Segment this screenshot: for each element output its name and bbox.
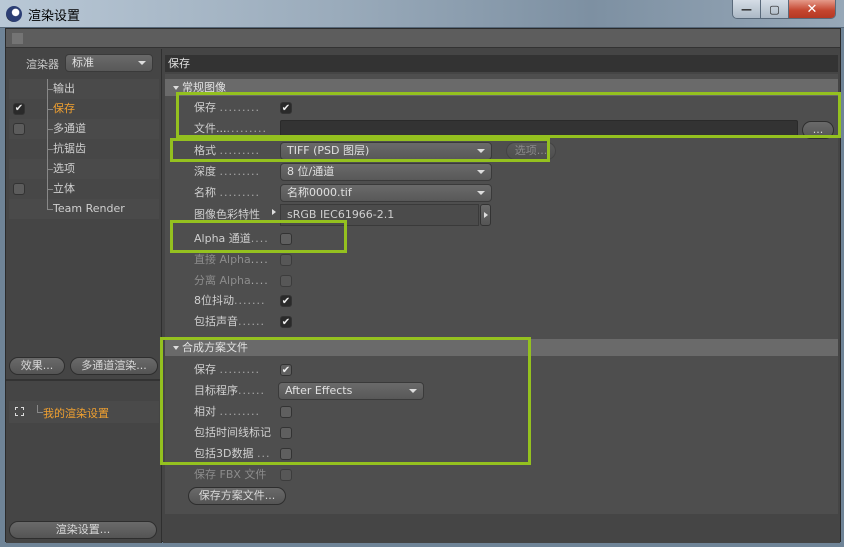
triangle-down-icon: [173, 86, 179, 90]
browse-button[interactable]: ...: [802, 121, 834, 139]
relative-label: 相对 .........: [194, 405, 260, 418]
tree-item-label: 输出: [53, 82, 75, 95]
tree-item-label: 保存: [53, 102, 75, 115]
depth-value: 8 位/通道: [287, 165, 335, 178]
alpha-channel-label: Alpha 通道....: [194, 232, 269, 245]
close-button[interactable]: ✕: [789, 0, 835, 18]
title-bar: 渲染设置 — ▢ ✕: [0, 0, 844, 28]
tree-item-multipass[interactable]: 多通道: [9, 119, 159, 139]
separate-alpha-checkbox[interactable]: [280, 275, 292, 287]
tree-item-label: 多通道: [53, 122, 86, 135]
dither-checkbox[interactable]: ✔: [280, 295, 292, 307]
save-fbx-label: 保存 FBX 文件: [194, 468, 267, 481]
enable-checkbox[interactable]: [13, 123, 25, 135]
group-title: 合成方案文件: [182, 341, 248, 354]
group-regular-image[interactable]: 常规图像: [165, 79, 838, 96]
target-app-value: After Effects: [285, 384, 353, 397]
settings-tree: 输出 ✔ 保存 多通道 抗锯齿 选项 立体 Team Render: [9, 79, 159, 219]
format-options-button[interactable]: 选项...: [506, 142, 556, 160]
color-profile-menu-button[interactable]: [480, 204, 491, 226]
save-image-checkbox[interactable]: ✔: [280, 102, 292, 114]
include-3d-data-checkbox[interactable]: [280, 448, 292, 460]
window-controls: — ▢ ✕: [732, 0, 836, 19]
right-panel: 保存 常规图像 保存 ......... ✔ 文件............ ..…: [163, 49, 840, 543]
target-app-label: 目标程序......: [194, 384, 265, 397]
format-value: TIFF (PSD 图层): [287, 144, 370, 157]
renderer-label: 渲染器: [26, 58, 59, 71]
tree-item-label: 立体: [53, 182, 75, 195]
chevron-down-icon: [138, 61, 146, 65]
triangle-down-icon: [173, 346, 179, 350]
maximize-icon: ▢: [769, 3, 780, 16]
include-sound-checkbox[interactable]: ✔: [280, 316, 292, 328]
tree-item-output[interactable]: 输出: [9, 79, 159, 99]
panel-header: 保存: [165, 55, 838, 72]
tree-item-label: Team Render: [53, 202, 125, 215]
format-dropdown[interactable]: TIFF (PSD 图层): [280, 142, 492, 160]
enable-checkbox[interactable]: ✔: [13, 103, 25, 115]
comp-save-label: 保存 .........: [194, 363, 260, 376]
alpha-channel-checkbox[interactable]: [280, 233, 292, 245]
save-fbx-checkbox[interactable]: [280, 469, 292, 481]
separate-alpha-label: 分离 Alpha....: [194, 274, 269, 287]
target-app-dropdown[interactable]: After Effects: [278, 382, 424, 400]
chevron-down-icon: [477, 191, 485, 195]
minimize-button[interactable]: —: [733, 0, 761, 18]
render-settings-window: 渲染器 标准 输出 ✔ 保存 多通道 抗锯齿 选项 立体 Team Render…: [5, 28, 841, 543]
tree-item-antialiasing[interactable]: 抗锯齿: [9, 139, 159, 159]
renderer-dropdown[interactable]: 标准: [65, 54, 153, 72]
renderer-value: 标准: [72, 56, 94, 69]
name-dropdown[interactable]: 名称0000.tif: [280, 184, 492, 202]
tree-item-label: 选项: [53, 162, 75, 175]
render-settings-button[interactable]: 渲染设置...: [9, 521, 157, 539]
color-profile-label: 图像色彩特性: [194, 208, 260, 221]
file-path-input[interactable]: [280, 120, 798, 138]
straight-alpha-checkbox[interactable]: [280, 254, 292, 266]
color-profile-field[interactable]: sRGB IEC61966-2.1: [280, 204, 479, 226]
timeline-markers-label: 包括时间线标记: [194, 426, 271, 439]
tree-item-label: 抗锯齿: [53, 142, 86, 155]
chevron-down-icon: [409, 389, 417, 393]
straight-alpha-label: 直接 Alpha....: [194, 253, 269, 266]
save-settings-content: 常规图像 保存 ......... ✔ 文件............ ... 格…: [165, 74, 838, 514]
panel-grip-icon[interactable]: [12, 33, 23, 44]
minimize-icon: —: [741, 3, 752, 16]
enable-checkbox[interactable]: [13, 183, 25, 195]
depth-label: 深度 .........: [194, 165, 260, 178]
save-image-label: 保存 .........: [194, 101, 260, 114]
group-compositing-project[interactable]: 合成方案文件: [165, 339, 838, 356]
tree-item-stereo[interactable]: 立体: [9, 179, 159, 199]
format-label: 格式 .........: [194, 144, 260, 157]
chevron-down-icon: [477, 149, 485, 153]
cinema4d-app-icon: [6, 6, 22, 22]
depth-dropdown[interactable]: 8 位/通道: [280, 163, 492, 181]
tree-item-save[interactable]: ✔ 保存: [9, 99, 159, 119]
render-settings-item[interactable]: 我的渲染设置: [9, 401, 159, 423]
chevron-down-icon: [477, 170, 485, 174]
dither-label: 8位抖动.......: [194, 294, 266, 307]
tree-item-team-render[interactable]: Team Render: [9, 199, 159, 219]
left-panel: 渲染器 标准 输出 ✔ 保存 多通道 抗锯齿 选项 立体 Team Render…: [6, 49, 162, 543]
toolbar: [6, 29, 840, 48]
effects-button[interactable]: 效果...: [9, 357, 65, 375]
multipass-render-button[interactable]: 多通道渲染...: [70, 357, 158, 375]
relative-checkbox[interactable]: [280, 406, 292, 418]
close-icon: ✕: [806, 2, 818, 17]
name-value: 名称0000.tif: [287, 186, 352, 199]
focus-icon: [15, 407, 24, 416]
include-sound-label: 包括声音......: [194, 315, 265, 328]
file-label: 文件............: [194, 122, 267, 135]
save-project-file-button[interactable]: 保存方案文件...: [188, 487, 286, 505]
group-title: 常规图像: [182, 81, 226, 94]
include-3d-data-label: 包括3D数据 ...: [194, 447, 271, 460]
timeline-markers-checkbox[interactable]: [280, 427, 292, 439]
tree-item-options[interactable]: 选项: [9, 159, 159, 179]
name-label: 名称 .........: [194, 186, 260, 199]
maximize-button[interactable]: ▢: [761, 0, 789, 18]
comp-save-checkbox[interactable]: ✔: [280, 364, 292, 376]
expand-arrow-icon[interactable]: [272, 209, 276, 215]
divider: [6, 379, 162, 381]
window-title: 渲染设置: [28, 9, 81, 24]
render-settings-name: 我的渲染设置: [43, 407, 109, 420]
